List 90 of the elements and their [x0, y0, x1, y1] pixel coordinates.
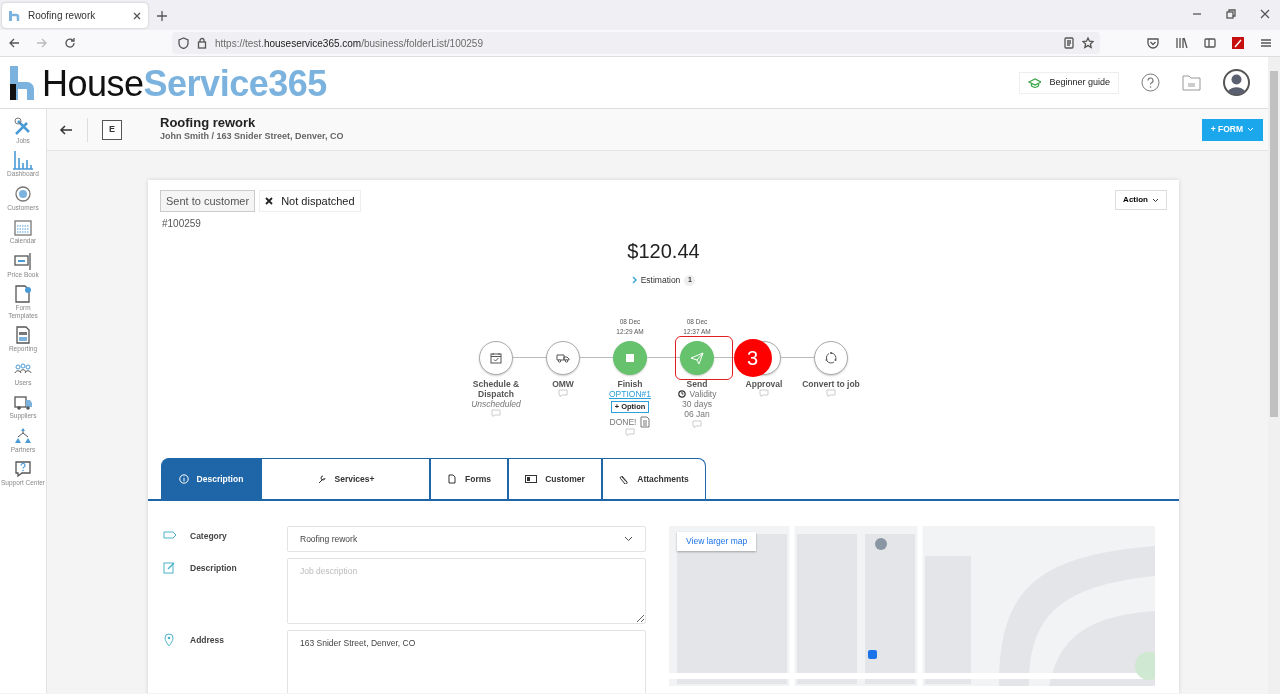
reader-icon[interactable] — [1064, 37, 1074, 49]
restore-icon[interactable] — [1226, 9, 1236, 19]
back-arrow-icon[interactable] — [59, 123, 73, 136]
tab[interactable]: Customer — [508, 457, 602, 499]
close-icon — [265, 197, 274, 205]
bar-chart-icon — [13, 150, 33, 171]
dispatch-tag: Not dispatched — [259, 190, 361, 212]
caret-icon — [1247, 127, 1254, 132]
step-button[interactable] — [479, 340, 513, 375]
tab[interactable]: Attachments — [602, 457, 706, 499]
status-tag: Sent to customer — [160, 190, 256, 212]
chevron-icon — [631, 276, 637, 285]
favicon-icon — [8, 9, 20, 22]
back-icon[interactable] — [8, 37, 20, 49]
step-label: OMW — [552, 378, 574, 389]
wrench-icon — [316, 473, 327, 484]
cycle-icon — [824, 350, 838, 365]
estimation-link[interactable]: Estimation — [631, 274, 681, 287]
step-button[interactable] — [814, 340, 848, 375]
action-button[interactable]: Action — [1115, 190, 1167, 210]
step-button[interactable] — [613, 340, 647, 375]
close-icon[interactable] — [132, 10, 142, 21]
validity-text: 06 Jan — [684, 409, 710, 420]
help-icon — [13, 459, 33, 480]
document-icon — [13, 284, 33, 305]
category-select[interactable]: Roofing rework — [287, 525, 646, 552]
id-card-icon — [525, 473, 538, 484]
type-badge: E — [102, 119, 122, 140]
new-tab-icon[interactable] — [156, 10, 168, 22]
forward-icon[interactable] — [36, 37, 48, 49]
paperclip-icon — [619, 473, 630, 484]
help-icon[interactable] — [1141, 73, 1160, 92]
menu-icon[interactable] — [1260, 37, 1272, 49]
step-label: Approval — [745, 378, 783, 389]
close-icon[interactable] — [1260, 9, 1270, 19]
tab[interactable]: Forms — [430, 457, 508, 499]
edit-icon — [163, 560, 177, 575]
paper-plane-icon — [690, 350, 704, 365]
step-button[interactable] — [546, 340, 580, 375]
job-subtitle: John Smith / 163 Snider Street, Denver, CO — [160, 130, 344, 143]
address-bar[interactable]: https://test.houseservice365.com/business/folderList/100259 — [172, 32, 1100, 54]
step-label: Convert to job — [802, 378, 860, 389]
guide-button[interactable]: Beginner guide — [1019, 71, 1119, 94]
callout-tooltip: 3 — [733, 338, 772, 377]
lock-icon — [197, 37, 207, 49]
url-text: https://test.houseservice365.com/business/folderList/100259 — [215, 36, 484, 51]
field-label: Category — [190, 529, 228, 543]
avatar-icon[interactable] — [1223, 69, 1250, 96]
step-label: Send — [686, 378, 708, 389]
field-label: Description — [190, 561, 238, 575]
scrollbar[interactable] — [1268, 57, 1280, 694]
sidebar-icon[interactable] — [1204, 37, 1216, 49]
star-icon[interactable] — [1082, 37, 1094, 49]
calendar-icon — [489, 350, 503, 365]
report-icon — [13, 325, 33, 346]
address-field[interactable]: 163 Snider Street, Denver, CO — [287, 629, 646, 693]
caret-icon — [1152, 197, 1159, 203]
graduation-cap-icon — [1028, 77, 1042, 88]
calendar-icon — [13, 217, 33, 238]
document-icon — [447, 473, 457, 484]
price-sign-icon — [13, 250, 33, 271]
tab[interactable]: Description — [161, 457, 261, 499]
job-number: #100259 — [161, 217, 202, 231]
library-icon[interactable] — [1175, 37, 1188, 49]
shield-icon — [178, 37, 189, 49]
tab[interactable]: Services+ — [261, 457, 430, 499]
form-button[interactable]: + FORM — [1201, 118, 1263, 141]
total-amount: $120.44 — [626, 239, 701, 264]
document-icon[interactable] — [640, 415, 651, 428]
step-label: Finish — [617, 378, 643, 389]
pin-icon — [163, 632, 177, 647]
target-icon — [13, 183, 33, 204]
validity: Validity — [677, 388, 717, 400]
logo-text: HouseService365 — [42, 65, 327, 102]
extension-icon[interactable] — [1232, 37, 1244, 49]
pocket-icon[interactable] — [1147, 37, 1159, 49]
step-status: DONE! — [609, 416, 637, 427]
job-title: Roofing rework — [160, 115, 257, 130]
info-icon — [178, 473, 189, 484]
chevron-down-icon — [624, 535, 633, 542]
clock-icon — [677, 390, 686, 399]
step-button[interactable] — [680, 340, 714, 375]
step-note: Unscheduled — [471, 399, 521, 410]
option-link[interactable]: OPTION#1 — [608, 388, 651, 400]
validity-text: 30 days — [682, 399, 712, 410]
browser-tab[interactable]: Roofing rework — [2, 3, 148, 28]
step-label: Schedule & Dispatch — [471, 378, 521, 400]
field-label: Address — [190, 633, 225, 647]
description-field[interactable]: Job description — [287, 557, 646, 624]
reload-icon[interactable] — [64, 37, 76, 49]
